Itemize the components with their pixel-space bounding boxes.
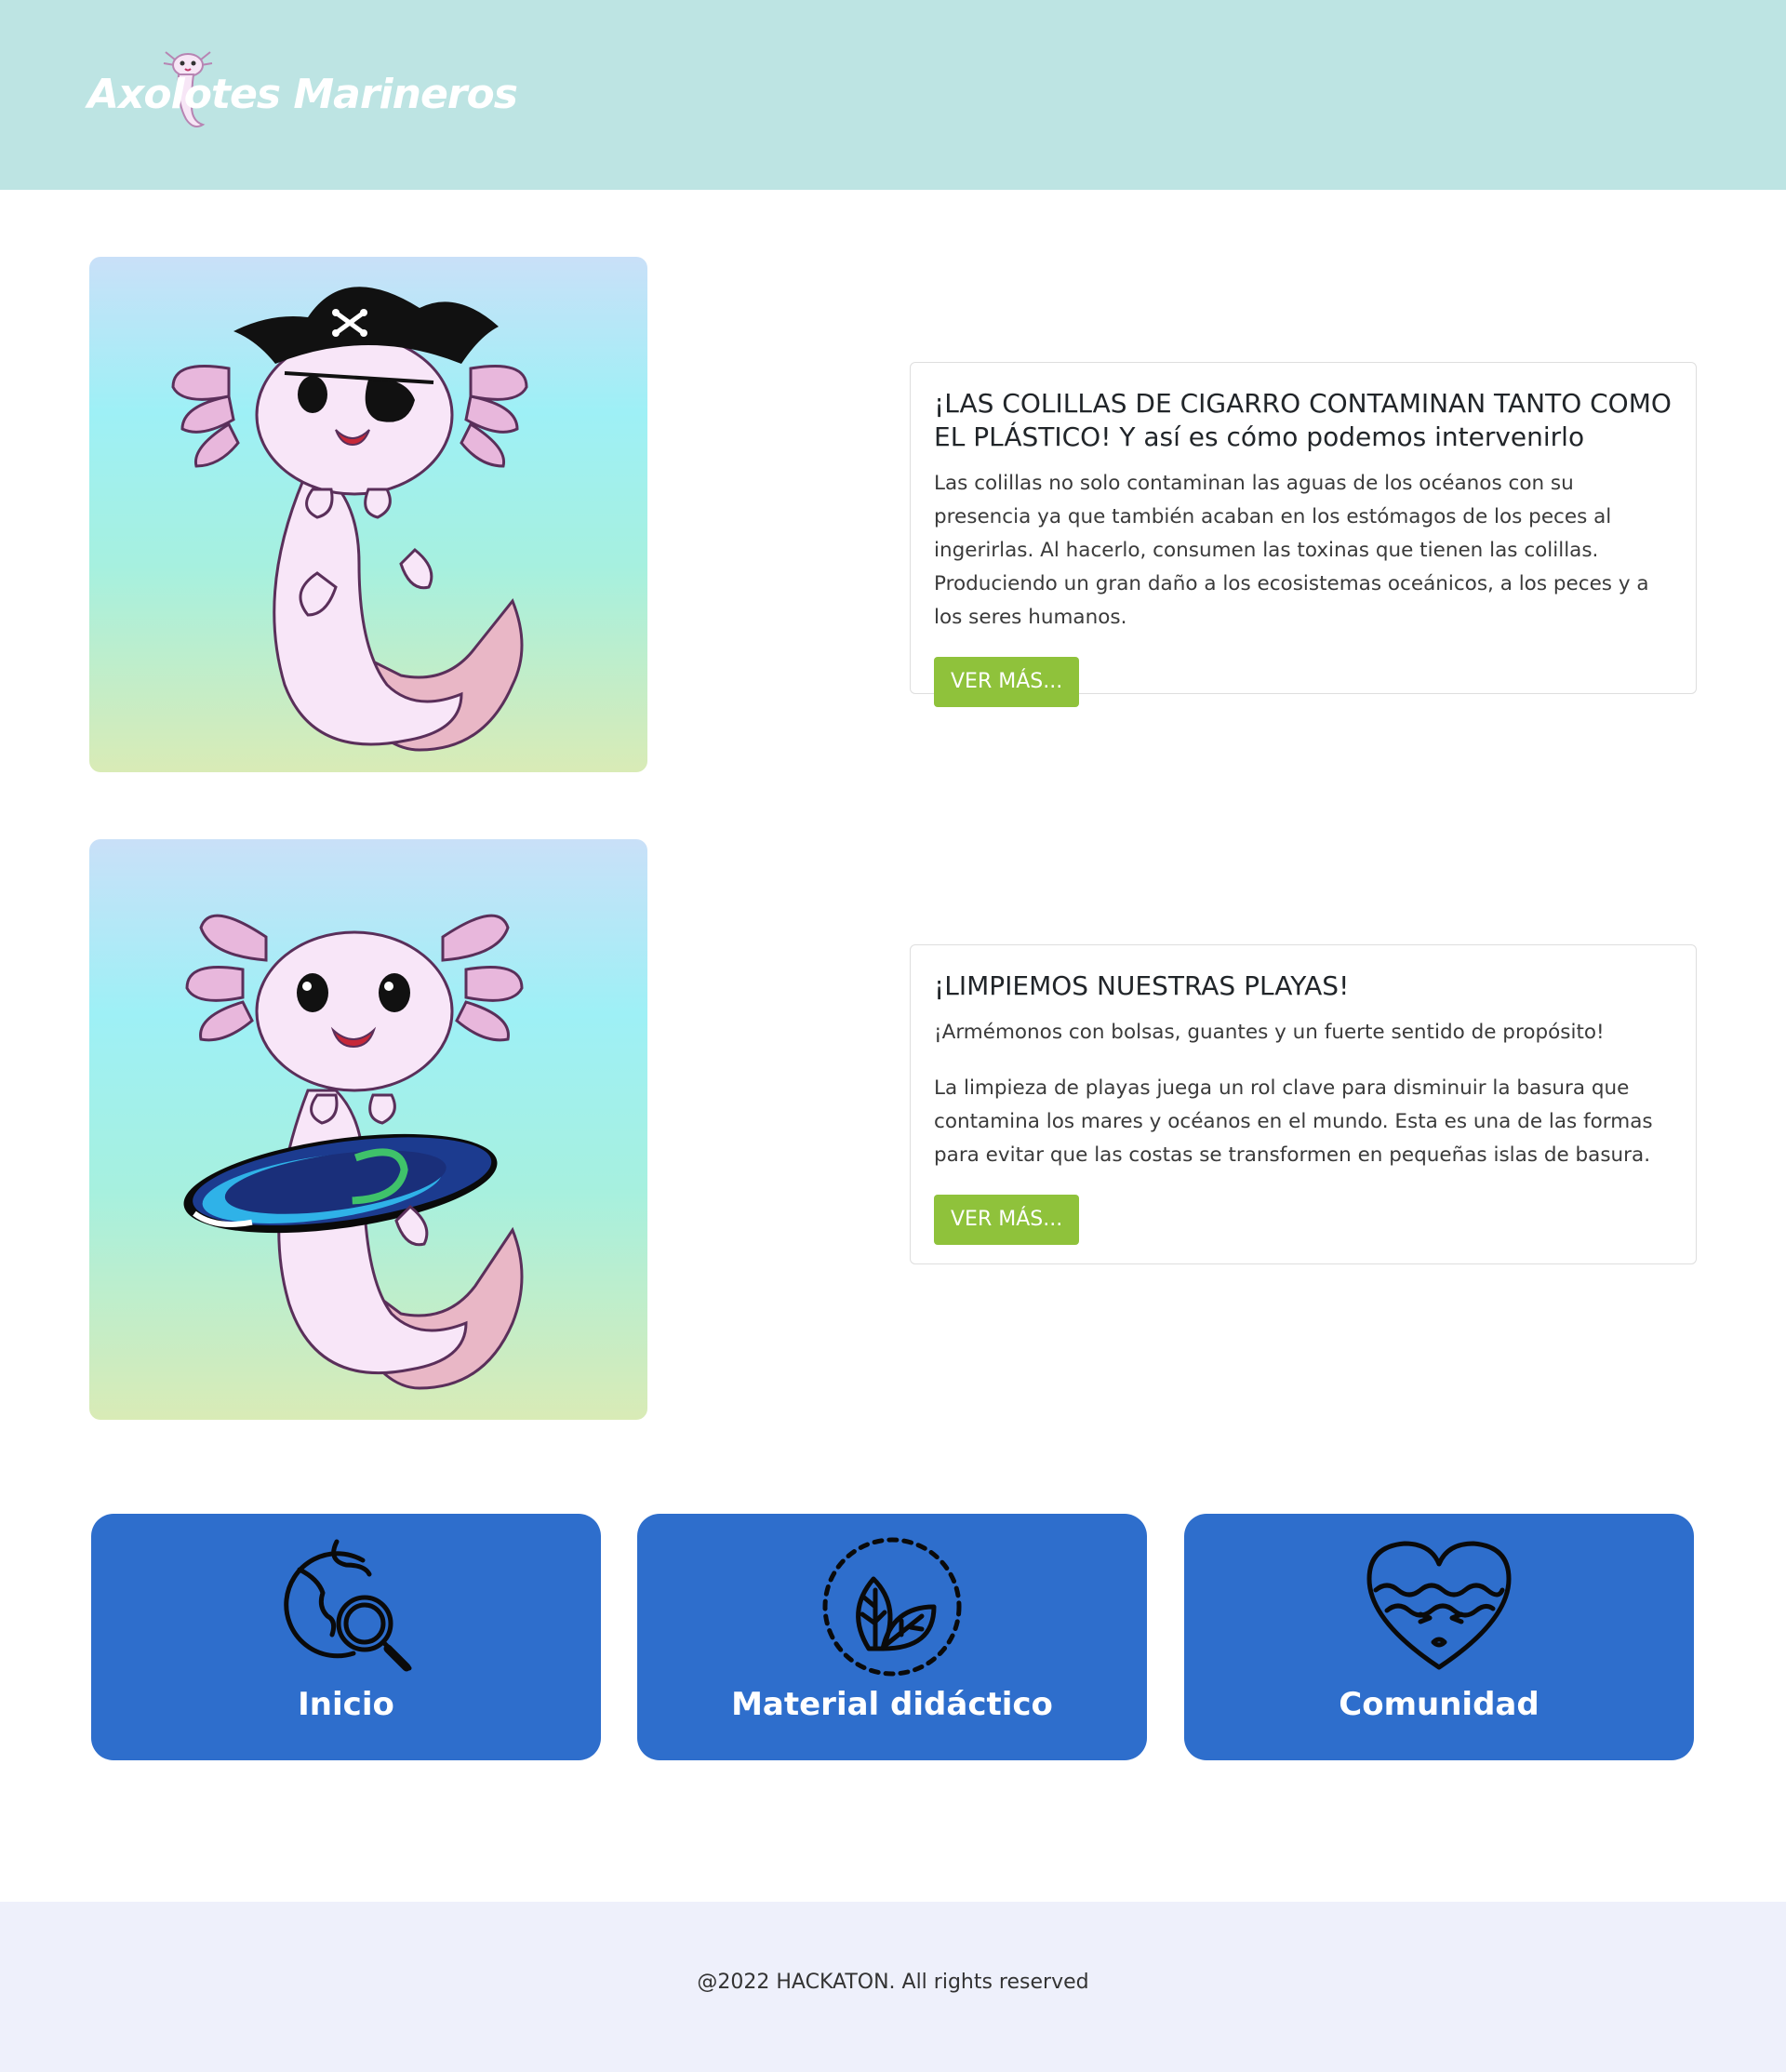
globe-search-icon [284,1539,412,1672]
post-title: ¡LAS COLILLAS DE CIGARRO CONTAMINAN TANT… [934,388,1672,452]
brand-logo[interactable]: Axolotes Marineros [87,47,518,140]
nav-card-inicio[interactable]: Inicio [91,1514,601,1760]
post-card-playas: ¡LIMPIEMOS NUESTRAS PLAYAS! ¡Armémonos c… [910,944,1697,1264]
post-text: La limpieza de playas juega un rol clave… [934,1076,1653,1167]
nav-card-material-didactico[interactable]: Material didáctico [637,1514,1147,1760]
nav-label: Comunidad [1339,1686,1539,1723]
footer-copyright: @2022 HACKATON. All rights reserved [697,1971,1089,1994]
nav-label: Inicio [298,1686,394,1723]
surfer-axolotl-image [89,839,647,1420]
pirate-axolotl-illustration [171,287,528,752]
leaves-circle-icon [822,1537,962,1677]
site-header: Axolotes Marineros [0,0,1786,190]
brand-title: Axolotes Marineros [87,71,518,118]
heart-waves-icon [1366,1541,1512,1670]
surfer-axolotl-illustration [183,914,524,1390]
site-footer: @2022 HACKATON. All rights reserved [0,1902,1786,2072]
pirate-axolotl-image [89,257,647,772]
ver-mas-button[interactable]: VER MÁS... [934,657,1080,707]
post-subtitle: ¡Armémonos con bolsas, guantes y un fuer… [934,1021,1605,1044]
post-title: ¡LIMPIEMOS NUESTRAS PLAYAS! [934,970,1350,1001]
ver-mas-button[interactable]: VER MÁS... [934,1195,1080,1245]
post-card-colillas: ¡LAS COLILLAS DE CIGARRO CONTAMINAN TANT… [910,362,1697,707]
nav-label: Material didáctico [731,1686,1053,1723]
nav-card-comunidad[interactable]: Comunidad [1184,1514,1694,1760]
post-text: Las colillas no solo contaminan las agua… [934,472,1649,629]
